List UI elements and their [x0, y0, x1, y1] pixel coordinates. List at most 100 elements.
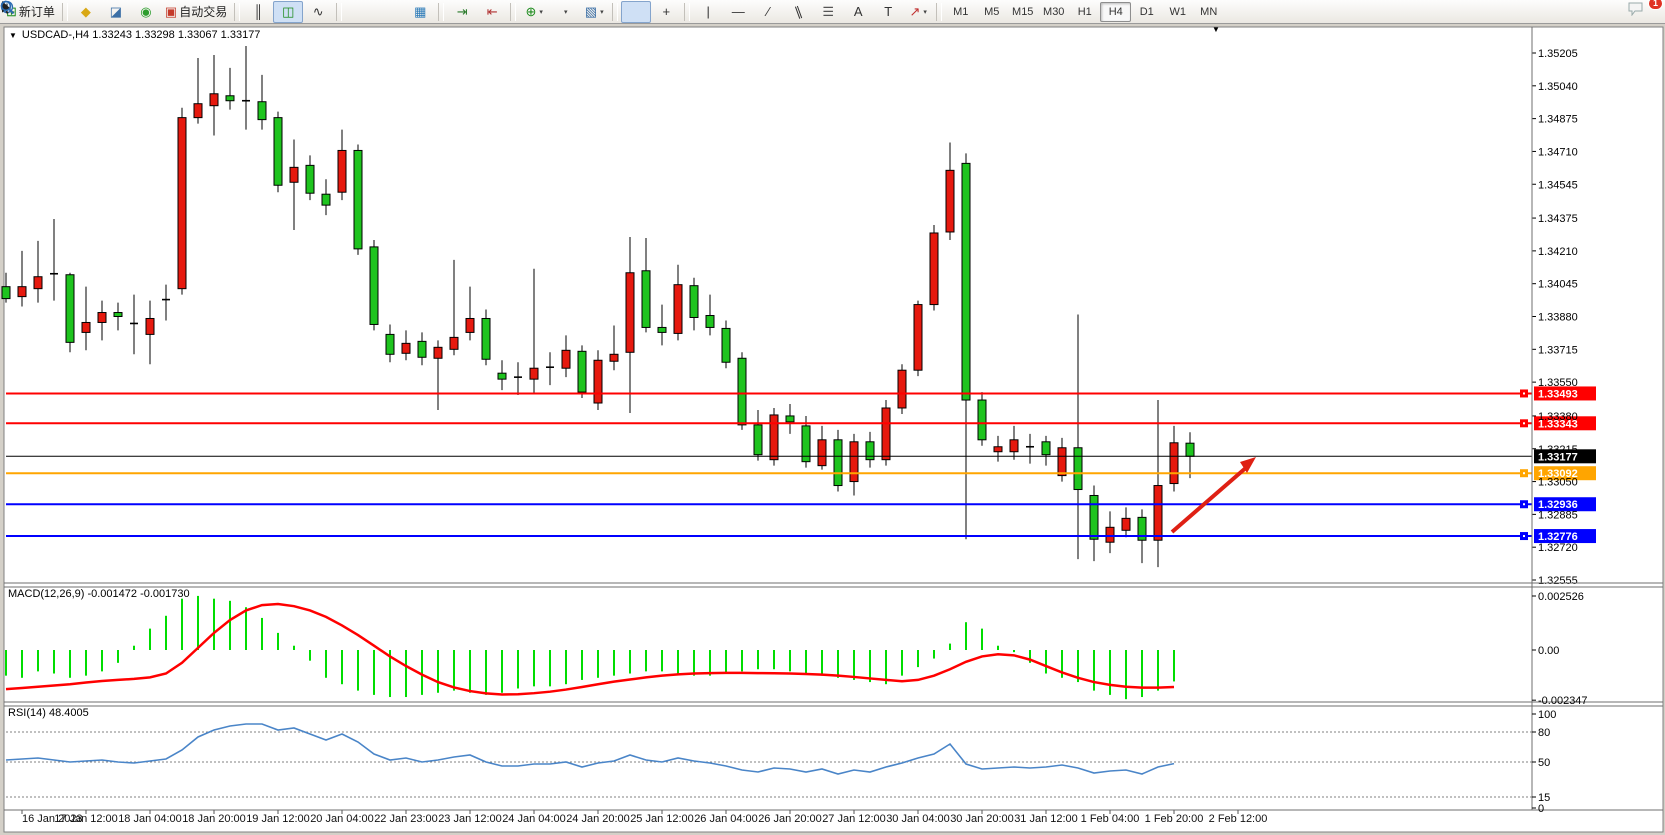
price-axis-label: 1.33880: [1538, 312, 1578, 324]
candle: [1186, 443, 1194, 456]
auto-scroll-button[interactable]: ⇥: [447, 1, 477, 23]
candle: [114, 313, 122, 317]
zoom-in-button[interactable]: [345, 1, 375, 23]
price-axis-label: 1.33715: [1538, 344, 1578, 356]
autotrading-icon: ▣: [165, 5, 177, 18]
candle: [1106, 527, 1114, 542]
time-axis-label: 1 Feb 20:00: [1145, 813, 1204, 825]
candle: [178, 118, 186, 289]
time-axis-label: 22 Jan 23:00: [374, 813, 438, 825]
metaeditor-button[interactable]: ◪: [101, 1, 131, 23]
cursor-button[interactable]: [621, 1, 651, 23]
candle: [626, 273, 634, 353]
timeframe-m30-button[interactable]: M30: [1038, 2, 1069, 22]
time-axis-label: 24 Jan 04:00: [502, 813, 566, 825]
candle: [866, 442, 874, 460]
candlestick-icon: ◫: [282, 5, 294, 18]
candle: [770, 415, 778, 460]
candle: [370, 247, 378, 325]
rsi-axis-label: 50: [1538, 757, 1550, 769]
toolbar-separator: [336, 3, 342, 21]
chevron-down-icon: ▾: [564, 8, 568, 16]
candle: [818, 440, 826, 466]
time-axis-label: 26 Jan 20:00: [758, 813, 822, 825]
alerts-button[interactable]: ◉: [131, 1, 161, 23]
chart-shift-marker[interactable]: ▼: [1212, 25, 1220, 34]
chart-shift-button[interactable]: ⇤: [477, 1, 507, 23]
fibonacci-button[interactable]: ☰: [813, 1, 843, 23]
candle: [1170, 443, 1178, 484]
price-tag: 1.33493: [1538, 388, 1578, 400]
text-label-button[interactable]: T: [873, 1, 903, 23]
price-axis-label: 1.33050: [1538, 477, 1578, 489]
candle: [1090, 495, 1098, 539]
timeframe-mn-button[interactable]: MN: [1193, 2, 1224, 22]
timeframe-h1-button[interactable]: H1: [1069, 2, 1100, 22]
timeframe-m15-button[interactable]: M15: [1007, 2, 1038, 22]
trendline-button[interactable]: ∕: [753, 1, 783, 23]
candle: [1042, 442, 1050, 455]
candle: [946, 170, 954, 232]
timeframe-m5-button[interactable]: M5: [976, 2, 1007, 22]
candle: [258, 102, 266, 120]
chat-button[interactable]: 1: [1627, 1, 1657, 23]
macd-axis-label: 0.00: [1538, 645, 1559, 657]
arrows-button[interactable]: ↗▾: [903, 1, 933, 23]
zoom-out-button[interactable]: [375, 1, 405, 23]
time-axis-label: 24 Jan 20:00: [566, 813, 630, 825]
candle: [450, 337, 458, 349]
template-icon: ▧: [585, 5, 597, 18]
horizontal-line-button[interactable]: —: [723, 1, 753, 23]
equidistant-channel-button[interactable]: ∥: [783, 1, 813, 23]
candlestick-button[interactable]: ◫: [273, 1, 303, 23]
candle: [610, 354, 618, 361]
timeframe-h4-button[interactable]: H4: [1100, 2, 1131, 22]
candle: [194, 104, 202, 118]
vertical-line-button[interactable]: |: [693, 1, 723, 23]
candle: [66, 275, 74, 343]
time-axis-label: 31 Jan 12:00: [1014, 813, 1078, 825]
time-axis-label: 25 Jan 12:00: [630, 813, 694, 825]
price-axis-label: 1.34375: [1538, 213, 1578, 225]
toolbar-right: 1: [1589, 1, 1663, 23]
candle: [962, 163, 970, 400]
candle: [306, 165, 314, 193]
chart-title: ▼ USDCAD-,H4 1.33243 1.33298 1.33067 1.3…: [9, 29, 260, 41]
indicators-button[interactable]: ⊕▾: [519, 1, 549, 23]
candle: [578, 351, 586, 392]
candle: [674, 285, 682, 334]
timeframe-m1-button[interactable]: M1: [945, 2, 976, 22]
candle: [386, 334, 394, 354]
time-axis-label: 18 Jan 20:00: [182, 813, 246, 825]
candle: [1074, 448, 1082, 490]
crosshair-button[interactable]: +: [651, 1, 681, 23]
market-watch-button[interactable]: ◆: [71, 1, 101, 23]
autotrading-button[interactable]: ▣自动交易: [161, 1, 231, 23]
text-button[interactable]: A: [843, 1, 873, 23]
toolbar-separator: [936, 3, 942, 21]
auto-scroll-icon: ⇥: [457, 5, 468, 18]
candle: [226, 96, 234, 101]
timeframe-d1-button[interactable]: D1: [1131, 2, 1162, 22]
search-button[interactable]: [1589, 1, 1619, 23]
timeframe-w1-button[interactable]: W1: [1162, 2, 1193, 22]
horizontal-line-icon: —: [732, 5, 745, 18]
price-axis-label: 1.32885: [1538, 509, 1578, 521]
tile-windows-button[interactable]: ▦: [405, 1, 435, 23]
toolbar-separator: [510, 3, 516, 21]
tile-windows-icon: ▦: [414, 5, 426, 18]
toolbar-separator: [612, 3, 618, 21]
templates-button[interactable]: ▧▾: [579, 1, 609, 23]
rsi-axis-label: 0: [1538, 803, 1544, 815]
candle: [930, 233, 938, 305]
candle: [354, 150, 362, 248]
line-chart-button[interactable]: ∿: [303, 1, 333, 23]
time-axis-label: 1 Feb 04:00: [1081, 813, 1140, 825]
candle: [882, 408, 890, 460]
periods-button[interactable]: ▾: [549, 1, 579, 23]
bar-chart-button[interactable]: ║: [243, 1, 273, 23]
candle: [530, 368, 538, 379]
mt4-window: ⊞新订单◆◪◉▣自动交易║◫∿▦⇥⇤⊕▾▾▧▾+|—∕∥☰AT↗▾M1M5M15…: [0, 0, 1665, 835]
time-axis-label: 26 Jan 04:00: [694, 813, 758, 825]
candle: [786, 416, 794, 422]
